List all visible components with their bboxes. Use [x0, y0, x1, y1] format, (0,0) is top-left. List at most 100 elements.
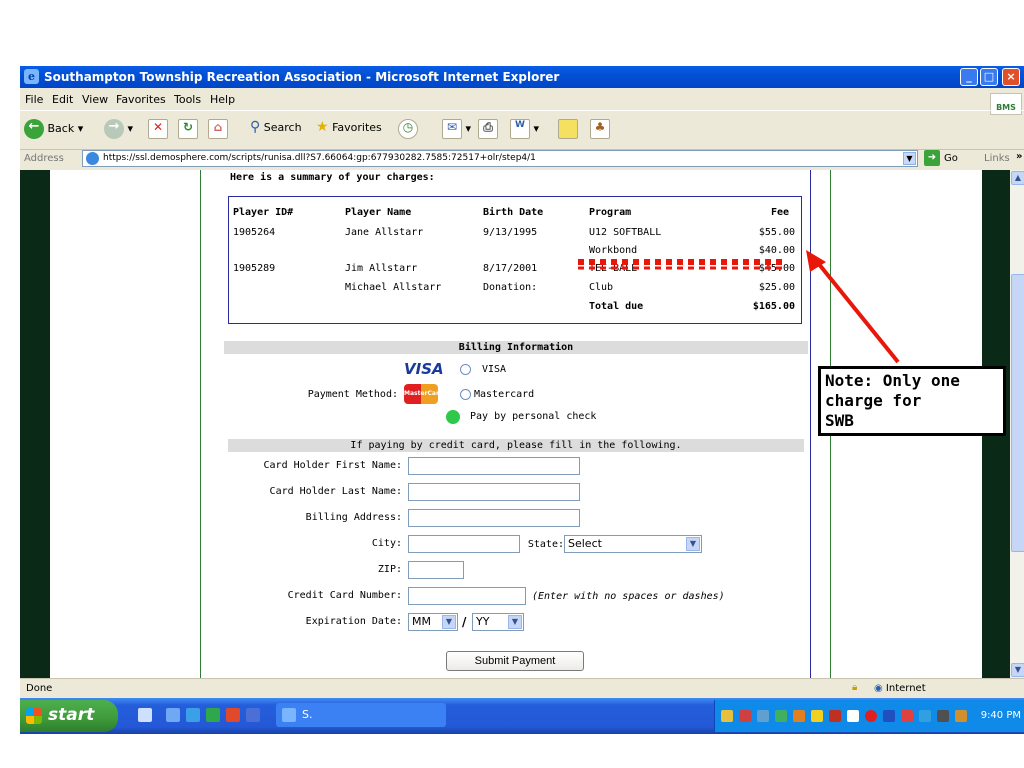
menu-help[interactable]: Help — [210, 93, 235, 106]
tray-icon[interactable] — [865, 710, 877, 722]
menu-favorites[interactable]: Favorites — [116, 93, 166, 106]
menu-bar: File Edit View Favorites Tools Help BMS — [20, 88, 1024, 115]
payment-method-label: Payment Method: — [307, 389, 398, 400]
quicklaunch-icon[interactable] — [166, 708, 180, 722]
mastercard-logo: MasterCard — [404, 384, 438, 404]
state-select[interactable]: Select ▼ — [564, 535, 702, 553]
taskbar-ie-window[interactable]: S. — [276, 703, 446, 727]
edit-button[interactable]: W ▾ — [510, 119, 539, 141]
scroll-down-icon[interactable]: ▼ — [1011, 663, 1024, 677]
start-button[interactable]: start — [20, 700, 118, 732]
tray-icon[interactable] — [793, 710, 805, 722]
links-chevron-icon[interactable]: » — [1016, 151, 1022, 162]
mastercard-radio[interactable] — [460, 389, 471, 400]
scroll-thumb[interactable] — [1011, 274, 1024, 552]
tray-icon[interactable] — [811, 710, 823, 722]
print-button[interactable]: ⎙ — [478, 119, 498, 141]
total-label: Total due — [589, 301, 644, 312]
frame-line — [200, 170, 201, 678]
window-title: Southampton Township Recreation Associat… — [44, 70, 560, 84]
taskbar: start S. 9:40 PM — [20, 698, 1024, 734]
menu-edit[interactable]: Edit — [52, 93, 73, 106]
submit-payment-button[interactable]: Submit Payment — [446, 651, 584, 671]
status-text: Done — [26, 683, 53, 694]
tray-icon[interactable] — [775, 710, 787, 722]
address-bar: Address https://ssl.demosphere.com/scrip… — [20, 148, 1024, 171]
minimize-button[interactable]: _ — [960, 68, 978, 86]
address-url: https://ssl.demosphere.com/scripts/runis… — [103, 153, 536, 163]
quicklaunch-icon[interactable] — [138, 708, 152, 722]
status-bar: Done 🔒︎ ◉ Internet — [20, 678, 1024, 699]
go-arrow-icon[interactable]: ➜ — [924, 150, 940, 166]
forward-button[interactable]: → ▾ — [104, 119, 133, 141]
title-bar: e Southampton Township Recreation Associ… — [20, 66, 1024, 88]
menu-tools[interactable]: Tools — [174, 93, 201, 106]
page-icon — [86, 152, 99, 165]
scroll-up-icon[interactable]: ▲ — [1011, 171, 1024, 185]
table-cell: Donation: — [483, 282, 538, 293]
first-name-input[interactable] — [408, 457, 580, 475]
refresh-button[interactable]: ↻ — [178, 119, 198, 141]
tray-icon[interactable] — [721, 710, 733, 722]
note-line: SWB — [825, 411, 854, 430]
toolbar: ← Back ▾ → ▾ ✕ ↻ ⌂ ⚲ Search ★ Favorites … — [20, 110, 1024, 150]
maximize-button[interactable]: □ — [980, 68, 998, 86]
mail-button[interactable]: ✉ ▾ — [442, 119, 471, 141]
tray-icon[interactable] — [883, 710, 895, 722]
quicklaunch-icon[interactable] — [246, 708, 260, 722]
messenger-button[interactable]: ♣ — [590, 119, 610, 141]
discuss-button[interactable] — [558, 119, 578, 141]
quicklaunch-icon[interactable] — [206, 708, 220, 722]
quicklaunch-icon[interactable] — [226, 708, 240, 722]
exp-year-select[interactable]: YY ▼ — [472, 613, 524, 631]
credit-card-note: If paying by credit card, please fill in… — [228, 439, 804, 452]
favorites-button[interactable]: ★ Favorites — [316, 119, 382, 141]
slide: e Southampton Township Recreation Associ… — [0, 0, 1024, 768]
table-cell: $25.00 — [758, 282, 795, 293]
address-label: Address — [24, 153, 64, 164]
stop-button[interactable]: ✕ — [148, 119, 168, 141]
billing-heading: Billing Information — [224, 341, 808, 354]
go-button[interactable]: Go — [944, 153, 958, 164]
check-radio[interactable] — [446, 410, 460, 424]
exp-month-select[interactable]: MM ▼ — [408, 613, 458, 631]
menu-file[interactable]: File — [25, 93, 43, 106]
address-dropdown[interactable]: ▼ — [903, 152, 916, 165]
mail-icon: ✉ — [442, 119, 462, 139]
note-line: Note: Only one — [825, 371, 960, 390]
visa-radio[interactable] — [460, 364, 471, 375]
search-button[interactable]: ⚲ Search — [250, 119, 302, 141]
tray-icon[interactable] — [919, 710, 931, 722]
annotation-note: Note: Only one charge for SWB — [818, 366, 1006, 436]
cc-number-input[interactable] — [408, 587, 526, 605]
home-icon: ⌂ — [208, 119, 228, 139]
tray-icon[interactable] — [955, 710, 967, 722]
address-input[interactable]: https://ssl.demosphere.com/scripts/runis… — [82, 150, 918, 167]
billing-address-label: Billing Address: — [305, 512, 402, 523]
zip-input[interactable] — [408, 561, 464, 579]
vertical-scrollbar[interactable]: ▲ ▼ — [1010, 170, 1024, 678]
back-button[interactable]: ← Back ▾ — [24, 119, 83, 141]
menu-view[interactable]: View — [82, 93, 108, 106]
tray-icon[interactable] — [829, 710, 841, 722]
ie-icon — [282, 708, 296, 722]
tray-icon[interactable] — [937, 710, 949, 722]
last-name-input[interactable] — [408, 483, 580, 501]
links-button[interactable]: Links — [984, 153, 1010, 164]
history-button[interactable]: ◷ — [398, 119, 418, 141]
table-cell: Club — [589, 282, 614, 293]
billing-address-input[interactable] — [408, 509, 580, 527]
home-button[interactable]: ⌂ — [208, 119, 228, 141]
tray-icon[interactable] — [757, 710, 769, 722]
header-fee: Fee — [770, 207, 789, 218]
quicklaunch-icon[interactable] — [186, 708, 200, 722]
table-cell: TEE-BALL — [589, 263, 638, 274]
close-button[interactable]: × — [1002, 68, 1020, 86]
volume-icon[interactable] — [847, 710, 859, 722]
visa-logo: VISA — [404, 360, 444, 378]
mastercard-label: Mastercard — [474, 389, 535, 400]
city-input[interactable] — [408, 535, 520, 553]
table-cell: $55.00 — [758, 227, 795, 238]
tray-icon[interactable] — [901, 710, 913, 722]
tray-icon[interactable] — [739, 710, 751, 722]
